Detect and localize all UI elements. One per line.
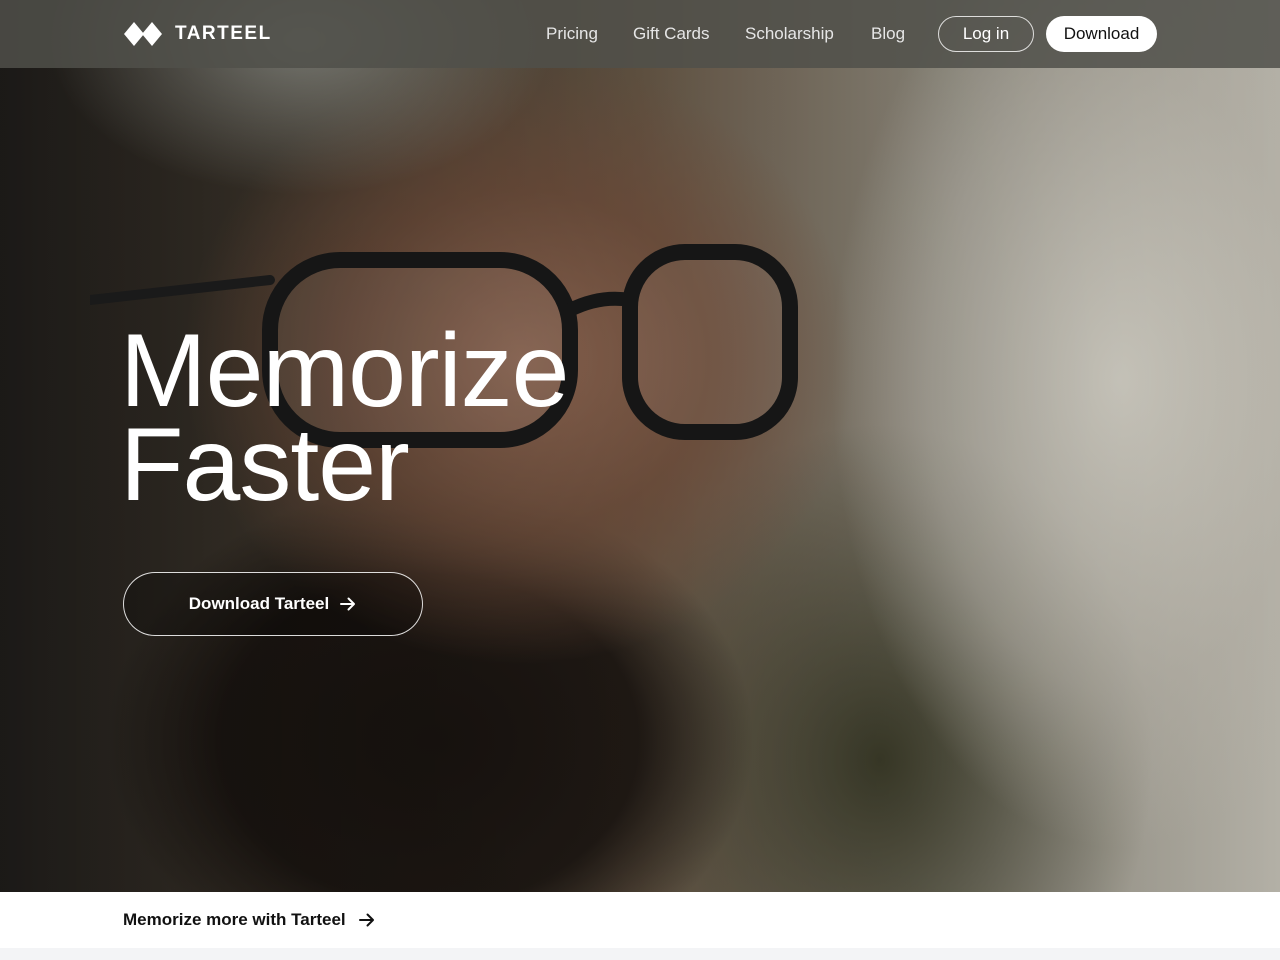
promo-bar: Memorize more with Tarteel [0,892,1280,948]
promo-link-label: Memorize more with Tarteel [123,910,346,929]
brand-name: TARTEEL [175,23,272,44]
memorize-more-link[interactable]: Memorize more with Tarteel [123,910,376,930]
nav-link-pricing[interactable]: Pricing [546,24,598,44]
download-button[interactable]: Download [1046,16,1157,52]
arrow-right-icon [340,597,356,611]
nav-link-blog[interactable]: Blog [871,24,905,44]
hero-headline-line1: Memorize [120,313,570,429]
brand-logo[interactable]: TARTEEL [123,21,272,47]
cta-label: Download Tarteel [188,594,330,613]
tarteel-diamond-logo-icon [124,22,162,46]
arrow-right-icon [358,913,374,927]
nav-link-scholarship[interactable]: Scholarship [745,24,834,44]
hero-headline-line2: Faster [120,407,410,523]
top-navigation-bar: TARTEEL Pricing Gift Cards Scholarship B… [0,0,1280,68]
download-tarteel-button[interactable]: Download Tarteel [123,572,423,636]
nav-link-gift-cards[interactable]: Gift Cards [633,24,710,44]
login-button[interactable]: Log in [938,16,1034,52]
page-section-divider [0,948,1280,960]
hero-headline: Memorize Faster [120,313,570,523]
